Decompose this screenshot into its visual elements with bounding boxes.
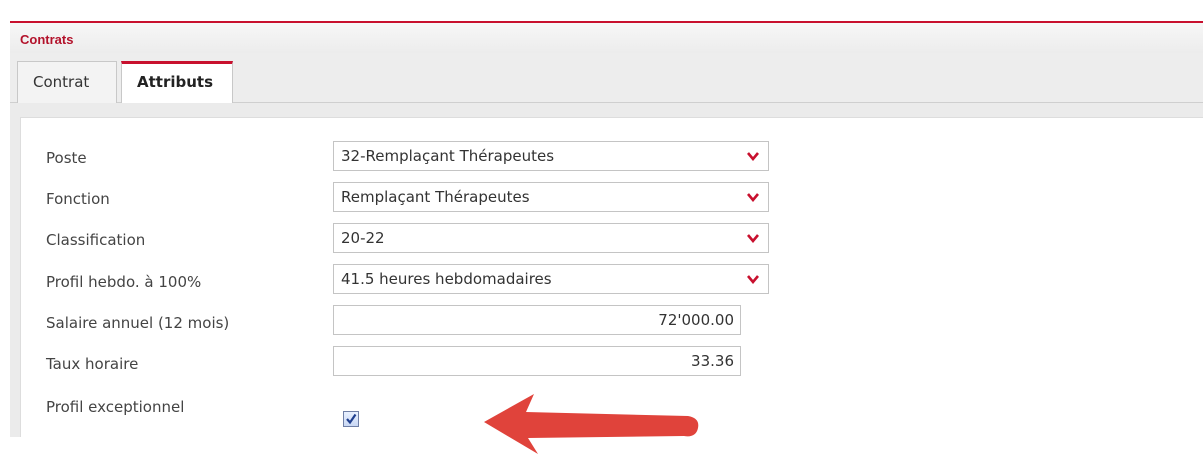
- fonction-label: Fonction: [46, 190, 110, 208]
- panel-title: Contrats: [20, 32, 74, 47]
- chevron-down-icon[interactable]: [738, 265, 768, 293]
- poste-dropdown[interactable]: 32-Remplaçant Thérapeutes: [333, 141, 769, 171]
- profil-hebdo-label: Profil hebdo. à 100%: [46, 273, 202, 291]
- profil-hebdo-value: 41.5 heures hebdomadaires: [341, 270, 552, 288]
- attributes-form: Poste 32-Remplaçant Thérapeutes Fonction…: [20, 117, 1203, 454]
- arrow-left-icon: [484, 394, 699, 454]
- poste-label: Poste: [46, 149, 87, 167]
- profil-hebdo-dropdown[interactable]: 41.5 heures hebdomadaires: [333, 264, 769, 294]
- tab-content: Poste 32-Remplaçant Thérapeutes Fonction…: [10, 103, 1203, 454]
- profil-exceptionnel-checkbox[interactable]: [343, 411, 359, 427]
- chevron-down-icon[interactable]: [738, 183, 768, 211]
- tabstrip: Contrat Attributs: [10, 53, 1203, 104]
- classification-dropdown[interactable]: 20-22: [333, 223, 769, 253]
- chevron-down-icon[interactable]: [738, 142, 768, 170]
- profil-exceptionnel-label: Profil exceptionnel: [46, 398, 185, 416]
- salaire-label: Salaire annuel (12 mois): [46, 314, 230, 332]
- taux-label: Taux horaire: [46, 355, 139, 373]
- chevron-down-icon[interactable]: [738, 224, 768, 252]
- fonction-value: Remplaçant Thérapeutes: [341, 188, 530, 206]
- tab-contrat[interactable]: Contrat: [17, 61, 117, 103]
- taux-input[interactable]: 33.36: [333, 346, 741, 376]
- classification-value: 20-22: [341, 229, 385, 247]
- fonction-dropdown[interactable]: Remplaçant Thérapeutes: [333, 182, 769, 212]
- tab-attributs[interactable]: Attributs: [121, 61, 233, 104]
- panel-header: Contrats: [10, 21, 1203, 53]
- poste-value: 32-Remplaçant Thérapeutes: [341, 147, 555, 165]
- classification-label: Classification: [46, 231, 146, 249]
- checkmark-icon: [346, 413, 357, 425]
- salaire-input[interactable]: 72'000.00: [333, 305, 741, 335]
